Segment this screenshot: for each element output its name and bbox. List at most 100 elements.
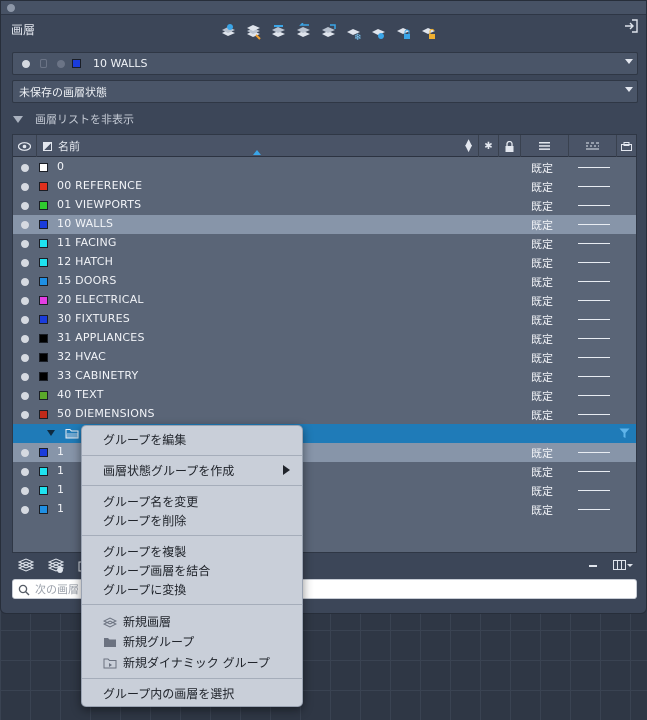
layer-linetype-sample[interactable] <box>578 186 610 187</box>
layer-lineweight[interactable]: 既定 <box>531 502 553 518</box>
menu-item-rename-group[interactable]: グループ名を変更 <box>103 493 198 511</box>
layer-color-swatch[interactable] <box>39 410 48 419</box>
layer-lineweight[interactable]: 既定 <box>531 198 553 214</box>
layer-linetype-sample[interactable] <box>578 452 610 453</box>
layer-on-icon[interactable] <box>21 506 29 514</box>
layer-on-icon[interactable] <box>21 373 29 381</box>
layer-lineweight[interactable]: 既定 <box>531 274 553 290</box>
menu-item-create-state-group[interactable]: 画層状態グループを作成 <box>103 462 234 480</box>
layer-lineweight[interactable]: 既定 <box>531 350 553 366</box>
layer-color-swatch[interactable] <box>39 353 48 362</box>
layer-on-icon[interactable] <box>21 335 29 343</box>
column-linetype[interactable] <box>569 135 617 157</box>
columns-menu-icon[interactable] <box>613 560 633 572</box>
layer-on-icon[interactable] <box>21 183 29 191</box>
layer-freeze-icon[interactable]: ❄ <box>344 21 363 41</box>
menu-item-new-layer[interactable]: 新規画層 <box>123 613 171 631</box>
layer-lineweight[interactable]: 既定 <box>531 293 553 309</box>
layer-color-swatch[interactable] <box>39 163 48 172</box>
layer-linetype-sample[interactable] <box>578 224 610 225</box>
layer-linetype-sample[interactable] <box>578 376 610 377</box>
layer-row[interactable]: 30 FIXTURES 既定 <box>13 310 636 329</box>
layer-on-icon[interactable] <box>21 487 29 495</box>
layer-match-icon[interactable] <box>269 21 288 41</box>
layer-color-swatch[interactable] <box>39 391 48 400</box>
layer-lineweight[interactable]: 既定 <box>531 445 553 461</box>
layer-color-swatch[interactable] <box>39 315 48 324</box>
layer-color-swatch[interactable] <box>39 258 48 267</box>
layer-previous-icon[interactable] <box>294 21 313 41</box>
layer-unlock-icon[interactable] <box>419 21 438 41</box>
layer-linetype-sample[interactable] <box>578 357 610 358</box>
hide-layer-list-toggle[interactable]: 画層リストを非表示 <box>13 111 134 127</box>
new-layer-icon[interactable] <box>18 558 34 574</box>
layer-lineweight[interactable]: 既定 <box>531 179 553 195</box>
collapse-icon[interactable] <box>589 565 597 567</box>
layer-off-icon[interactable] <box>369 21 388 41</box>
layer-linetype-sample[interactable] <box>578 167 610 168</box>
layer-on-icon[interactable] <box>21 354 29 362</box>
layer-linetype-sample[interactable] <box>578 300 610 301</box>
layer-on-icon[interactable] <box>21 449 29 457</box>
layer-lineweight[interactable]: 既定 <box>531 483 553 499</box>
layer-lineweight[interactable]: 既定 <box>531 388 553 404</box>
palette-titlebar[interactable] <box>1 1 646 15</box>
layer-color-swatch[interactable] <box>39 372 48 381</box>
column-lock[interactable] <box>499 135 521 157</box>
layer-properties-icon[interactable] <box>219 21 238 41</box>
layer-color-swatch[interactable] <box>39 448 48 457</box>
expand-triangle-icon[interactable] <box>47 430 55 436</box>
menu-item-merge-group-layers[interactable]: グループ画層を結合 <box>103 562 210 580</box>
menu-item-select-layers-in-group[interactable]: グループ内の画層を選択 <box>103 685 234 703</box>
layer-linetype-sample[interactable] <box>578 414 610 415</box>
layer-row[interactable]: 11 FACING 既定 <box>13 234 636 253</box>
layer-on-icon[interactable] <box>21 240 29 248</box>
menu-item-delete-group[interactable]: グループを削除 <box>103 512 186 530</box>
layer-state-dropdown[interactable]: 未保存の画層状態 <box>12 80 638 103</box>
layer-lineweight[interactable]: 既定 <box>531 331 553 347</box>
column-freeze[interactable]: ✱ <box>479 135 499 157</box>
layer-on-icon[interactable] <box>21 221 29 229</box>
layer-color-swatch[interactable] <box>39 182 48 191</box>
layer-row[interactable]: 10 WALLS 既定 <box>13 215 636 234</box>
layer-row[interactable]: 33 CABINETRY 既定 <box>13 367 636 386</box>
layer-row[interactable]: 40 TEXT 既定 <box>13 386 636 405</box>
current-layer-dropdown[interactable]: 10 WALLS <box>12 52 638 75</box>
layer-linetype-sample[interactable] <box>578 205 610 206</box>
layer-on-icon[interactable] <box>21 392 29 400</box>
layer-lineweight[interactable]: 既定 <box>531 407 553 423</box>
layer-color-swatch[interactable] <box>39 296 48 305</box>
layer-on-icon[interactable] <box>21 259 29 267</box>
layer-linetype-sample[interactable] <box>578 395 610 396</box>
layer-color-swatch[interactable] <box>39 467 48 476</box>
layer-linetype-sample[interactable] <box>578 471 610 472</box>
layer-row[interactable]: 31 APPLIANCES 既定 <box>13 329 636 348</box>
layer-row[interactable]: 32 HVAC 既定 <box>13 348 636 367</box>
menu-item-new-group[interactable]: 新規グループ <box>123 633 194 651</box>
layer-color-swatch[interactable] <box>39 201 48 210</box>
layer-lineweight[interactable]: 既定 <box>531 160 553 176</box>
menu-item-new-dynamic-group[interactable]: 新規ダイナミック グループ <box>123 654 270 672</box>
menu-item-duplicate-group[interactable]: グループを複製 <box>103 543 186 561</box>
menu-item-convert-to-group[interactable]: グループに変換 <box>103 581 186 599</box>
layer-on-icon[interactable] <box>21 316 29 324</box>
layer-color-swatch[interactable] <box>39 486 48 495</box>
layer-lineweight[interactable]: 既定 <box>531 217 553 233</box>
layer-linetype-sample[interactable] <box>578 281 610 282</box>
layer-on-icon[interactable] <box>21 164 29 172</box>
layer-lineweight[interactable]: 既定 <box>531 464 553 480</box>
layer-color-swatch[interactable] <box>39 277 48 286</box>
column-plot[interactable] <box>617 135 636 157</box>
layer-row[interactable]: 12 HATCH 既定 <box>13 253 636 272</box>
layer-linetype-sample[interactable] <box>578 243 610 244</box>
layer-row[interactable]: 50 DIEMENSIONS 既定 <box>13 405 636 424</box>
column-on-off[interactable] <box>13 135 37 157</box>
menu-item-edit-group[interactable]: グループを編集 <box>103 431 186 449</box>
layer-on-icon[interactable] <box>21 297 29 305</box>
layer-linetype-sample[interactable] <box>578 490 610 491</box>
layer-color-swatch[interactable] <box>39 334 48 343</box>
new-layer-frozen-icon[interactable] <box>48 558 64 574</box>
layer-color-swatch[interactable] <box>39 239 48 248</box>
filter-icon[interactable] <box>619 428 630 439</box>
layer-isolate-icon[interactable] <box>319 21 338 41</box>
